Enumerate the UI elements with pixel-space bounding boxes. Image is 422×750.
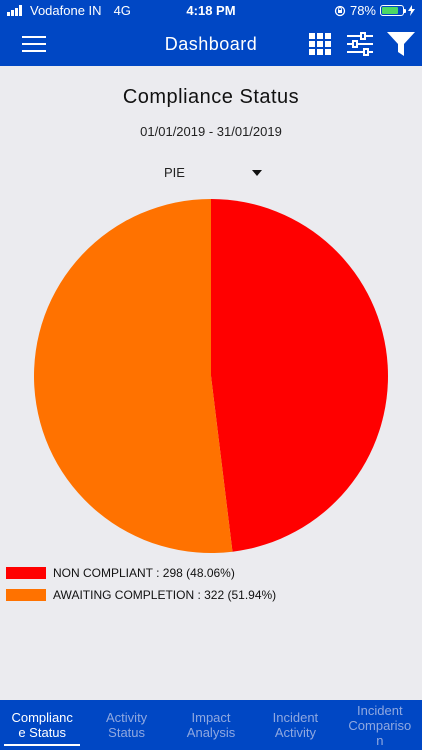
tab-label: Incident Compariso n [348, 702, 412, 748]
tab-label: Complianc e Status [11, 710, 73, 740]
legend-label-non-compliant: NON COMPLIANT : 298 (48.06%) [53, 566, 235, 580]
status-right: 78% [334, 3, 415, 18]
compliance-pie-chart [34, 199, 389, 553]
tab-activity-status[interactable]: Activity Status [84, 700, 168, 750]
tab-label: Activity Status [106, 710, 148, 740]
battery-percent: 78% [349, 3, 376, 18]
chevron-down-icon [252, 170, 262, 176]
tab-incident-comparison[interactable]: Incident Compariso n [338, 700, 422, 750]
charging-icon [408, 5, 415, 16]
tab-label: Impact Analysis [186, 710, 236, 740]
legend-label-awaiting-completion: AWAITING COMPLETION : 322 (51.94%) [53, 588, 277, 602]
bottom-tab-bar: Complianc e Status Activity Status Impac… [0, 700, 422, 750]
chart-type-dropdown[interactable]: PIE [150, 163, 268, 183]
grid-icon[interactable] [306, 30, 334, 58]
chart-type-value: PIE [164, 165, 185, 180]
pie-slice-non-compliant[interactable] [211, 199, 389, 552]
tab-compliance-status[interactable]: Complianc e Status [0, 700, 84, 750]
pie-slice-awaiting-completion[interactable] [34, 199, 233, 553]
legend-item-awaiting-completion: AWAITING COMPLETION : 322 (51.94%) [6, 584, 276, 606]
chart-legend: NON COMPLIANT : 298 (48.06%) AWAITING CO… [6, 562, 276, 606]
legend-swatch-awaiting-completion [6, 589, 46, 601]
orientation-lock-icon [334, 5, 346, 16]
filter-icon[interactable] [386, 30, 416, 58]
report-title: Compliance Status [122, 86, 300, 108]
tab-label: Incident Activity [272, 710, 319, 740]
tab-impact-analysis[interactable]: Impact Analysis [169, 700, 253, 750]
nav-bar: Dashboard [0, 22, 422, 66]
date-range[interactable]: 01/01/2019 - 31/01/2019 [0, 124, 422, 139]
tab-incident-activity[interactable]: Incident Activity [253, 700, 337, 750]
battery-icon [380, 5, 406, 16]
legend-swatch-non-compliant [6, 567, 46, 579]
status-bar: Vodafone IN 4G 4:18 PM 78% [0, 0, 422, 22]
legend-item-non-compliant: NON COMPLIANT : 298 (48.06%) [6, 562, 276, 584]
menu-icon[interactable] [22, 36, 46, 52]
sliders-icon[interactable] [346, 30, 374, 58]
